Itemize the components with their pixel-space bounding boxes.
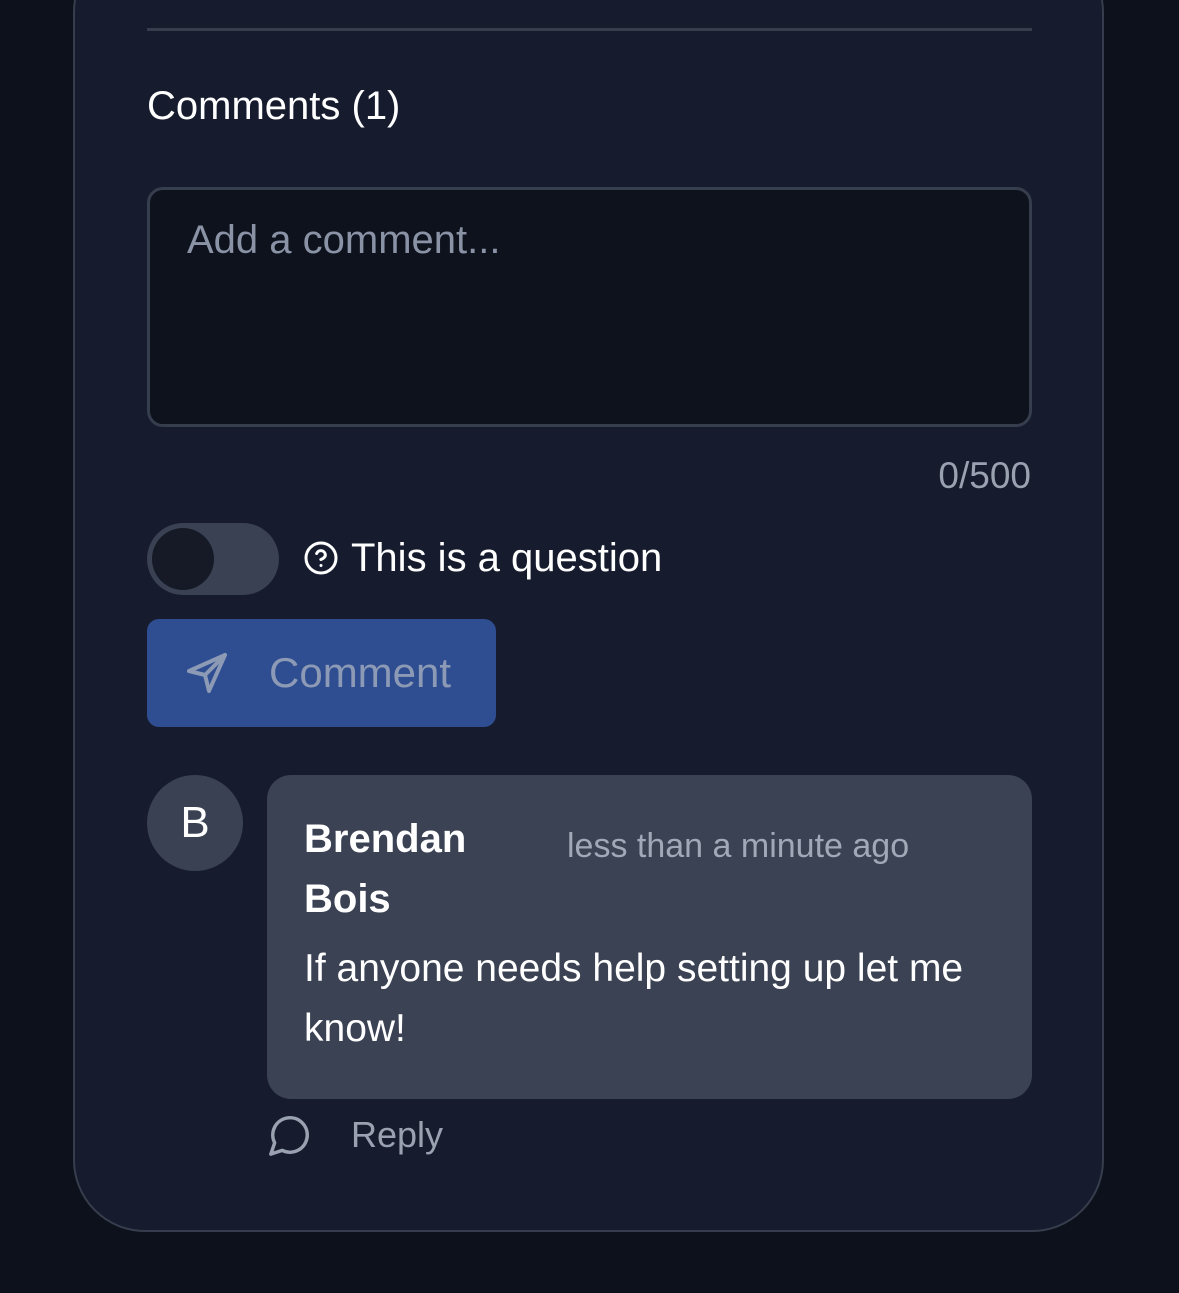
send-icon <box>183 649 231 697</box>
chat-bubble-icon <box>267 1112 313 1158</box>
comment-timestamp: less than a minute ago <box>567 827 910 865</box>
reply-label: Reply <box>351 1114 444 1155</box>
comment-bubble: Brendan Bois less than a minute ago If a… <box>267 775 1032 1099</box>
comment-submit-button[interactable]: Comment <box>147 619 496 727</box>
comment-textarea[interactable] <box>147 187 1032 427</box>
avatar: B <box>147 775 243 871</box>
question-circle-icon <box>303 540 339 576</box>
comments-heading: Comments (1) <box>147 84 401 128</box>
comment-author: Brendan Bois <box>304 817 467 921</box>
comment-text: If anyone needs help setting up let me k… <box>304 947 964 1050</box>
question-label: This is a question <box>303 530 662 586</box>
comment-submit-label: Comment <box>269 649 452 696</box>
question-toggle[interactable] <box>147 523 279 595</box>
toggle-knob <box>152 528 214 590</box>
reply-button[interactable]: Reply <box>267 1110 443 1160</box>
question-label-text: This is a question <box>351 535 663 580</box>
char-counter: 0/500 <box>938 455 1031 496</box>
section-divider <box>147 28 1032 31</box>
